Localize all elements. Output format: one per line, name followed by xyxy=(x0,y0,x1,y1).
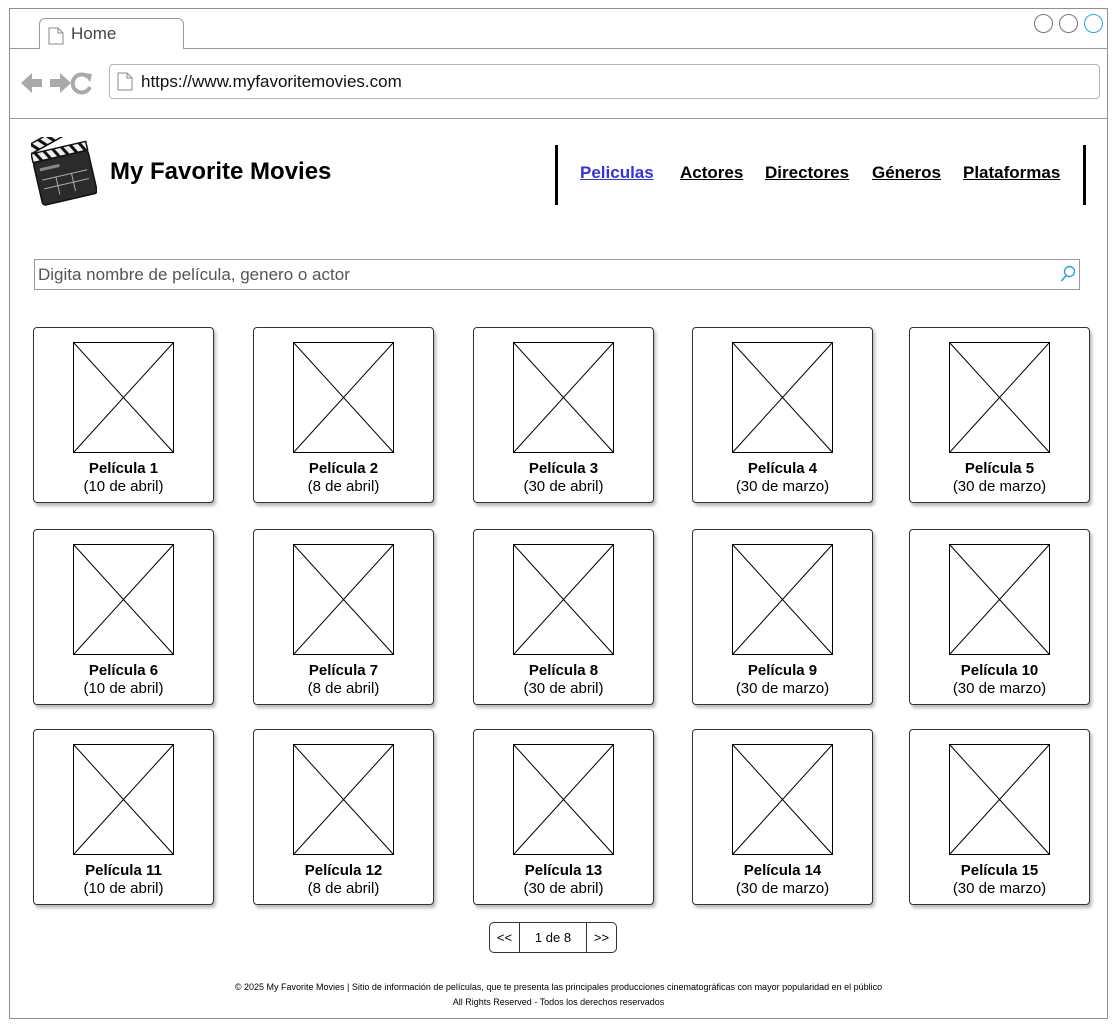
search-icon[interactable] xyxy=(1060,265,1076,288)
poster-placeholder-icon xyxy=(732,744,833,855)
movie-date: (30 de abril) xyxy=(523,880,604,897)
poster-placeholder-icon xyxy=(949,342,1050,453)
movie-title: Película 5 xyxy=(964,460,1035,477)
movie-date: (30 de marzo) xyxy=(952,680,1047,697)
movie-date: (8 de abril) xyxy=(307,880,380,897)
movie-date: (30 de marzo) xyxy=(735,880,830,897)
nav-divider-right xyxy=(1083,145,1086,205)
movie-title: Película 8 xyxy=(528,662,599,679)
movie-card[interactable]: Película 11 (10 de abril) xyxy=(33,729,214,905)
poster-placeholder-icon xyxy=(293,744,394,855)
browser-nav-controls xyxy=(20,70,94,101)
url-text: https://www.myfavoritemovies.com xyxy=(141,72,402,91)
window-close-button[interactable] xyxy=(1084,14,1103,33)
poster-placeholder-icon xyxy=(293,342,394,453)
nav-link-generos[interactable]: Géneros xyxy=(872,163,941,183)
movie-card[interactable]: Película 4 (30 de marzo) xyxy=(692,327,873,503)
movie-card[interactable]: Película 1 (10 de abril) xyxy=(33,327,214,503)
page-icon xyxy=(48,27,64,50)
movie-date: (30 de marzo) xyxy=(952,478,1047,495)
movie-title: Película 1 xyxy=(88,460,159,477)
poster-placeholder-icon xyxy=(513,544,614,655)
movie-title: Película 3 xyxy=(528,460,599,477)
poster-placeholder-icon xyxy=(513,342,614,453)
movie-date: (8 de abril) xyxy=(307,680,380,697)
nav-link-actores[interactable]: Actores xyxy=(680,163,743,183)
clapperboard-logo-icon[interactable] xyxy=(25,117,98,212)
search-box xyxy=(34,259,1080,290)
movie-title: Película 4 xyxy=(747,460,818,477)
window-maximize-button[interactable] xyxy=(1059,14,1078,33)
movie-title: Película 7 xyxy=(308,662,379,679)
movie-date: (30 de abril) xyxy=(523,478,604,495)
page-indicator: 1 de 8 xyxy=(534,930,572,945)
movie-date: (30 de marzo) xyxy=(952,880,1047,897)
movie-card[interactable]: Película 7 (8 de abril) xyxy=(253,529,434,705)
forward-arrow-icon[interactable] xyxy=(50,73,71,93)
movie-card[interactable]: Película 6 (10 de abril) xyxy=(33,529,214,705)
poster-placeholder-icon xyxy=(73,342,174,453)
chrome-divider xyxy=(10,118,1107,119)
movie-date: (30 de marzo) xyxy=(735,478,830,495)
poster-placeholder-icon xyxy=(732,544,833,655)
site-title: My Favorite Movies xyxy=(110,158,332,185)
movie-date: (10 de abril) xyxy=(83,680,164,697)
movie-title: Película 9 xyxy=(747,662,818,679)
search-input[interactable] xyxy=(38,263,1048,286)
movie-title: Película 11 xyxy=(85,862,162,879)
movie-card[interactable]: Película 9 (30 de marzo) xyxy=(692,529,873,705)
movie-card[interactable]: Película 3 (30 de abril) xyxy=(473,327,654,503)
movie-title: Película 15 xyxy=(960,862,1039,879)
poster-placeholder-icon xyxy=(73,544,174,655)
poster-placeholder-icon xyxy=(949,744,1050,855)
page-icon xyxy=(117,72,133,96)
movie-title: Película 10 xyxy=(960,662,1039,679)
movie-card[interactable]: Película 8 (30 de abril) xyxy=(473,529,654,705)
movie-card[interactable]: Película 2 (8 de abril) xyxy=(253,327,434,503)
movie-title: Película 14 xyxy=(743,862,822,879)
movie-title: Película 12 xyxy=(304,862,383,879)
nav-divider-left xyxy=(555,145,558,205)
movie-date: (30 de marzo) xyxy=(735,680,830,697)
back-arrow-icon[interactable] xyxy=(21,73,42,93)
movie-card[interactable]: Película 10 (30 de marzo) xyxy=(909,529,1090,705)
movie-date: (30 de abril) xyxy=(523,680,604,697)
movie-title: Película 6 xyxy=(88,662,159,679)
browser-window: Home https://www.myfavoritemovies.com My… xyxy=(9,8,1108,1019)
address-bar[interactable]: https://www.myfavoritemovies.com xyxy=(109,64,1100,99)
prev-page-button[interactable]: << xyxy=(490,923,520,952)
movie-date: (10 de abril) xyxy=(83,880,164,897)
poster-placeholder-icon xyxy=(513,744,614,855)
poster-placeholder-icon xyxy=(293,544,394,655)
poster-placeholder-icon xyxy=(949,544,1050,655)
movie-card[interactable]: Película 14 (30 de marzo) xyxy=(692,729,873,905)
nav-link-directores[interactable]: Directores xyxy=(765,163,849,183)
poster-placeholder-icon xyxy=(732,342,833,453)
nav-link-peliculas[interactable]: Peliculas xyxy=(580,163,654,183)
footer-rights: All Rights Reserved - Todos los derechos… xyxy=(452,997,665,1007)
tab-label: Home xyxy=(71,24,117,43)
movie-date: (10 de abril) xyxy=(83,478,164,495)
movie-card[interactable]: Película 5 (30 de marzo) xyxy=(909,327,1090,503)
movie-card[interactable]: Película 12 (8 de abril) xyxy=(253,729,434,905)
reload-icon[interactable] xyxy=(70,72,92,95)
movie-card[interactable]: Película 13 (30 de abril) xyxy=(473,729,654,905)
movie-date: (8 de abril) xyxy=(307,478,380,495)
nav-link-plataformas[interactable]: Plataformas xyxy=(963,163,1060,183)
footer-description: © 2025 My Favorite Movies | Sitio de inf… xyxy=(234,982,883,992)
next-page-button[interactable]: >> xyxy=(586,923,616,952)
pagination: << 1 de 8 >> xyxy=(489,922,617,953)
movie-card[interactable]: Película 15 (30 de marzo) xyxy=(909,729,1090,905)
poster-placeholder-icon xyxy=(73,744,174,855)
window-minimize-button[interactable] xyxy=(1034,14,1053,33)
movie-title: Película 13 xyxy=(524,862,603,879)
movie-title: Película 2 xyxy=(308,460,379,477)
browser-tab-home[interactable]: Home xyxy=(39,18,184,49)
